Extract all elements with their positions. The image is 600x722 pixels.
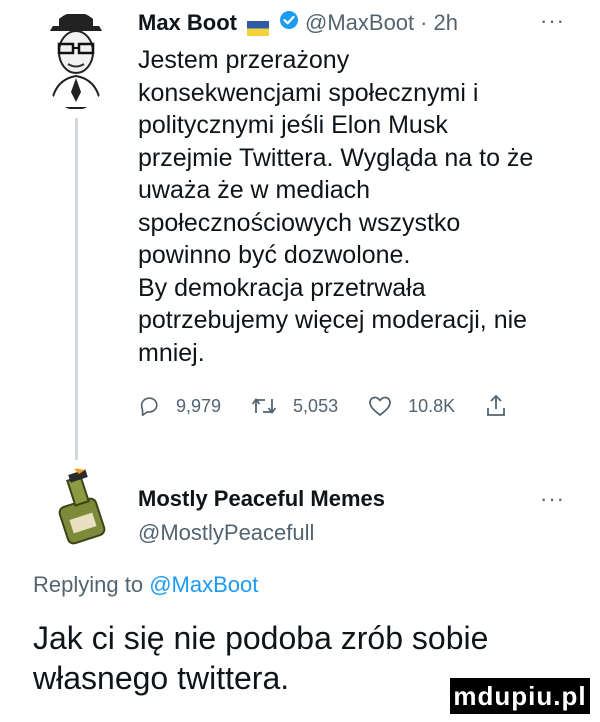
author-name[interactable]: Max Boot — [138, 10, 237, 36]
thread-connector-line — [75, 118, 78, 460]
max-boot-avatar[interactable] — [43, 12, 109, 110]
reply-more-button[interactable]: ··· — [540, 486, 565, 512]
separator-dot: · — [420, 10, 428, 35]
like-count: 10.8K — [408, 395, 456, 416]
share-button[interactable] — [485, 394, 523, 418]
replying-to-line: Replying to @MaxBoot — [33, 572, 258, 598]
heart-icon — [369, 396, 391, 416]
tweet-actions: 9,979 5,053 10.8K — [138, 388, 553, 424]
ukraine-flag-icon — [247, 16, 269, 36]
tweet-time[interactable]: 2h — [433, 10, 457, 36]
reply-header: Mostly Peaceful Memes — [138, 484, 385, 514]
mostly-peaceful-memes-avatar[interactable] — [43, 468, 123, 552]
retweet-icon — [251, 398, 277, 414]
reply-button[interactable]: 9,979 — [138, 395, 221, 417]
tweet-more-button[interactable]: ··· — [540, 8, 565, 34]
replying-to-handle[interactable]: @MaxBoot — [149, 572, 258, 597]
replying-to-label: Replying to — [33, 572, 144, 597]
like-button[interactable]: 10.8K — [368, 395, 455, 417]
verified-badge-icon — [279, 10, 299, 36]
retweet-button[interactable]: 5,053 — [251, 395, 338, 417]
watermark: mdupiu.pl — [450, 678, 590, 714]
reply-author-name[interactable]: Mostly Peaceful Memes — [138, 486, 385, 512]
reply-author-handle[interactable]: @MostlyPeacefull — [138, 518, 314, 548]
tweet-header: Max Boot @MaxBoot · 2h — [138, 6, 458, 40]
retweet-count: 5,053 — [293, 395, 339, 416]
author-handle[interactable]: @MaxBoot — [305, 10, 414, 36]
reply-icon — [140, 397, 158, 416]
share-icon — [487, 394, 506, 416]
reply-count: 9,979 — [176, 395, 222, 416]
tweet-text: Jestem przerażony konsekwencjami społecz… — [138, 46, 534, 367]
